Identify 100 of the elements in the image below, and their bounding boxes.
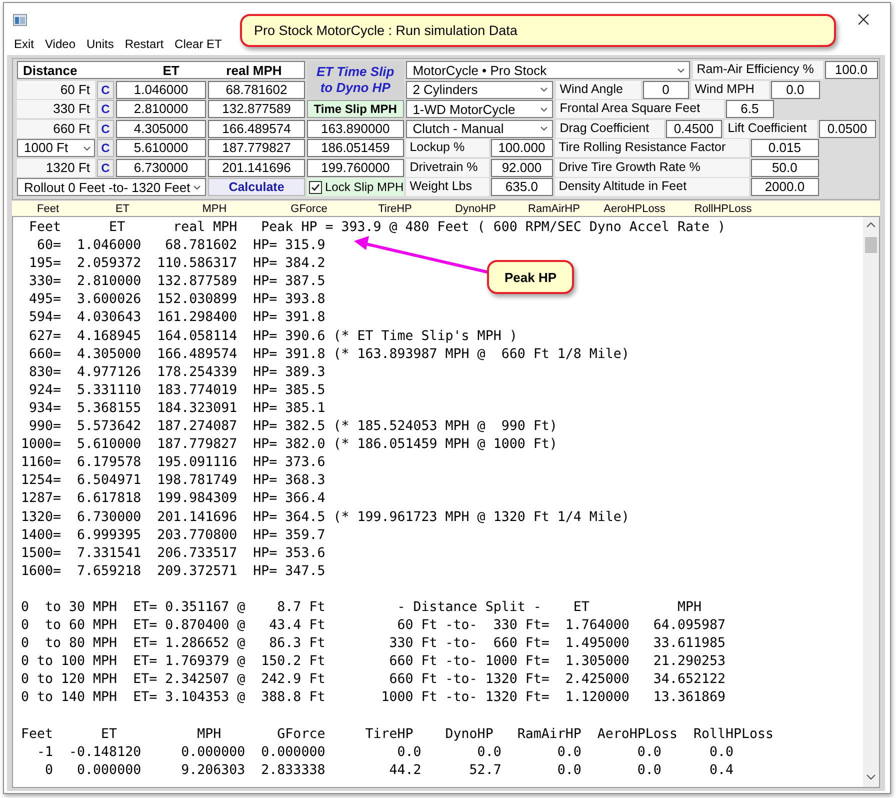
menu-item[interactable]: Units [86,37,114,51]
settings-dropdown[interactable]: 1-WD MotorCycle [406,100,553,118]
distance-label: 1320 Ft [17,158,95,176]
output-line: 495= 3.600026 152.030899 HP= 393.8 [28,291,326,310]
output-line: 1287= 6.617818 199.984309 HP= 366.4 [21,490,326,508]
value-field[interactable]: 92.000 [490,158,553,176]
output-line: 594= 4.030643 161.298400 HP= 391.8 [28,309,326,328]
field-label: Lockup % [406,139,489,157]
clear-button[interactable]: C [97,100,114,118]
caret-icon [82,144,92,152]
column-header: AeroHPLoss [602,202,666,214]
output-line: 1600= 7.659218 209.372571 HP= 347.5 [21,562,326,581]
column-header: MPH [201,202,228,214]
mph-field[interactable]: 132.877589 [208,100,305,118]
mph-field[interactable]: 68.781602 [208,80,305,98]
distance-label: 660 Ft [17,120,95,138]
output-line: 330= 2.810000 132.877589 HP= 387.5 [28,273,326,292]
et-field[interactable]: 6.730000 [116,158,206,176]
field-label: Drag Coefficient [556,120,664,138]
caret-icon [538,124,549,133]
slip-mph-field[interactable]: 186.051459 [307,139,404,157]
value-field[interactable]: 100.0 [824,61,878,79]
value-field[interactable]: 2000.0 [750,178,819,196]
field-label: Frontal Area Square Feet [556,100,724,118]
clear-button[interactable]: C [97,158,114,176]
column-header: Distance [22,62,78,78]
clear-button[interactable]: C [97,120,114,138]
value-field[interactable]: 0 [642,80,689,98]
column-header: Feet [36,202,60,214]
distance-label: 330 Ft [17,100,95,118]
et-field[interactable]: 4.305000 [116,120,206,138]
output-line: 660= 4.305000 166.489574 HP= 391.8 (* 163.893987 MPH @ 660 Ft 1/8 Mile) [28,346,630,364]
output-line: 0 to 30 MPH ET= 0.351167 @ 8.7 Ft - Distance Split - ET MPH [21,598,702,617]
value-field[interactable]: 0.015 [750,139,819,157]
slip-mph-field[interactable]: 199.760000 [307,158,404,176]
mph-field[interactable]: 201.141696 [208,158,305,176]
value-field[interactable]: 100.000 [490,139,553,157]
column-header: ET [162,62,180,78]
output-line: 1320= 6.730000 201.141696 HP= 364.5 (* 199.961723 MPH @ 1320 Ft 1/4 Mile) [21,508,630,526]
column-header: RollHPLoss [693,202,753,214]
output-line: 0 to 80 MPH ET= 1.286652 @ 86.3 Ft 330 Ft -to- 660 Ft= 1.495000 33.611985 [21,635,726,654]
field-label: Drive Tire Growth Rate % [554,158,749,176]
clear-button[interactable]: C [97,139,114,157]
column-header: RamAirHP [527,202,581,214]
title-callout: Pro Stock MotorCycle : Run simulation Data [240,14,836,47]
output-line: 1500= 7.331541 206.733517 HP= 353.6 [21,544,326,563]
output-line: 1000= 5.610000 187.779827 HP= 382.0 (* 186.051459 MPH @ 1000 Ft) [21,436,558,454]
column-header: real MPH [225,62,283,78]
value-field[interactable]: 50.0 [750,158,819,176]
output-line: -1 -0.148120 0.000000 0.000000 0.0 0.0 0.0 0.0 0.0 [36,744,734,762]
checkbox[interactable] [309,180,322,194]
lock-slip-checkbox[interactable]: Lock Slip MPH [307,178,404,196]
dyno-title-line: ET Time Slip [316,64,394,80]
et-field[interactable]: 2.810000 [116,100,206,118]
menu-item[interactable]: Exit [14,37,34,51]
clear-button[interactable]: C [97,80,114,98]
output-line: 0 to 60 MPH ET= 0.870400 @ 43.4 Ft 60 Ft -to- 330 Ft= 1.764000 64.095987 [21,617,726,636]
value-field[interactable]: 635.0 [490,178,553,196]
field-label: Tire Rolling Resistance Factor [554,139,749,157]
settings-dropdown[interactable]: MotorCycle • Pro Stock [406,61,690,79]
et-field[interactable]: 5.610000 [116,139,206,157]
caret-icon [192,182,202,192]
output-line: 924= 5.331110 183.774019 HP= 385.5 [28,382,326,400]
peak-hp-callout: Peak HP [487,260,574,294]
value-field[interactable]: 0.0 [770,80,820,98]
value-field[interactable]: 6.5 [726,100,774,118]
output-line: 1254= 6.504971 198.781749 HP= 368.3 [21,472,326,490]
output-line: 830= 4.977126 178.254339 HP= 389.3 [28,364,326,382]
mph-field[interactable]: 166.489574 [208,120,305,138]
column-header: DynoHP [454,202,497,214]
output-line: 627= 4.168945 164.058114 HP= 390.6 (* ET Time Slip's MPH ) [28,328,518,346]
settings-dropdown[interactable]: Clutch - Manual [406,120,553,138]
caret-icon [676,66,686,74]
et-field[interactable]: 1.046000 [116,80,206,98]
output-line: 1160= 6.179578 195.091116 HP= 373.6 [21,454,326,472]
value-field[interactable]: 0.0500 [818,120,876,138]
output-line: 195= 2.059372 110.586317 HP= 384.2 [28,255,326,274]
output-line: 0 0.000000 9.206303 2.833338 44.2 52.7 0.0 0.0 0.4 [44,762,734,780]
output-line: 1400= 6.999395 203.770800 HP= 359.7 [21,526,326,545]
scrollbar[interactable] [863,217,879,787]
mph-field[interactable]: 187.779827 [208,139,305,157]
calculate-button[interactable]: Calculate [208,178,305,196]
menu-item[interactable]: Restart [124,37,164,51]
close-icon[interactable] [858,14,869,25]
slip-mph-field[interactable]: 163.890000 [307,120,404,138]
field-label: Drivetrain % [406,158,489,176]
menu-item[interactable]: Clear ET [174,37,222,51]
rollout-dropdown[interactable]: Rollout 0 Feet -to- 1320 Feet [17,178,206,196]
settings-dropdown[interactable]: 2 Cylinders [406,80,553,98]
time-slip-label: Time Slip MPH [307,100,404,118]
field-label: Density Altitude in Feet [554,178,749,196]
menu-item[interactable]: Video [45,37,76,51]
column-header: TireHP [377,202,413,214]
output-line: 0 to 140 MPH ET= 3.104353 @ 388.8 Ft 1000 Ft -to- 1320 Ft= 1.120000 13.361869 [21,689,726,708]
value-field[interactable]: 0.4500 [666,120,722,138]
dyno-title-line: to Dyno HP [320,80,390,96]
column-header: GForce [290,202,328,214]
distance-dropdown[interactable]: 1000 Ft [17,139,95,157]
output-line: 990= 5.573642 187.274087 HP= 382.5 (* 185.524053 MPH @ 990 Ft) [28,418,558,436]
column-header: ET [114,202,131,214]
